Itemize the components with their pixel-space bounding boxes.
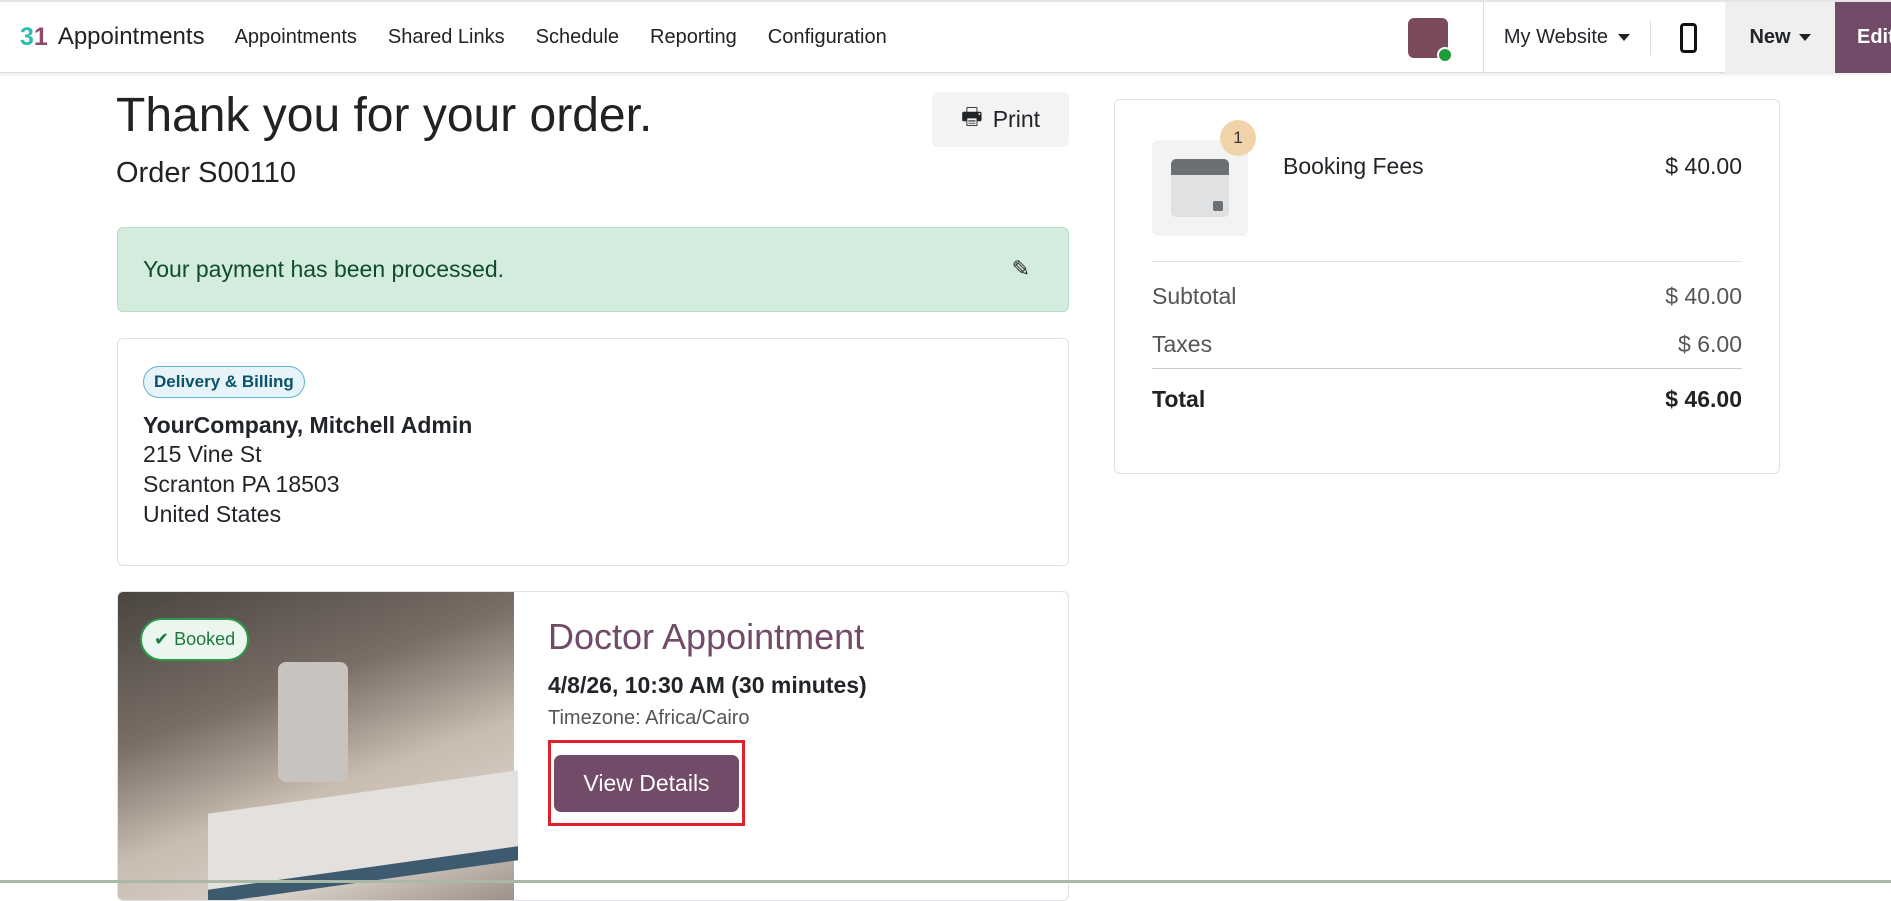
print-label: Print [992,106,1040,132]
print-button[interactable]: 🖶 Print [932,92,1069,147]
appointment-card: ✔ Booked Doctor Appointment 4/8/26, 10:3… [117,591,1069,901]
order-summary-card: 1 Booking Fees $ 40.00 Subtotal $ 40.00 T… [1114,99,1780,474]
order-number: Order S00110 [116,157,297,189]
menu-reporting[interactable]: Reporting [650,26,737,49]
address-line: Scranton PA 18503 [143,471,340,497]
check-icon: ✔ [154,629,170,649]
payment-message: Your payment has been processed. [143,256,505,282]
total-row: Total $ 46.00 [1152,368,1742,430]
appointment-image: ✔ Booked [118,592,518,900]
printer-icon: 🖶 [960,103,983,129]
pencil-icon[interactable]: ✎ [1012,256,1030,282]
online-status-icon [1436,46,1453,63]
calendar-icon [1171,159,1229,217]
page-title: Thank you for your order. [116,89,653,142]
highlight-box: View Details [548,740,745,826]
taxes-row: Taxes $ 6.00 [1152,320,1742,368]
quantity-badge: 1 [1220,120,1256,156]
total-value: $ 46.00 [1665,386,1742,412]
menu-appointments[interactable]: Appointments [235,26,357,49]
payment-alert: Your payment has been processed. ✎ [117,227,1069,312]
appointment-timezone: Timezone: Africa/Cairo [548,707,750,729]
customer-name: YourCompany, Mitchell Admin [143,412,473,438]
view-details-button[interactable]: View Details [554,755,739,812]
user-avatar[interactable] [1407,17,1453,63]
address-card: Delivery & Billing YourCompany, Mitchell… [117,338,1069,566]
new-label: New [1749,26,1791,48]
subtotal-label: Subtotal [1152,282,1237,309]
address-line: United States [143,501,282,527]
status-label: Booked [174,629,236,649]
booked-badge: ✔ Booked [140,618,250,661]
website-label: My Website [1503,26,1608,48]
product-price: $ 40.00 [1665,153,1742,179]
subtotal-row: Subtotal $ 40.00 [1152,272,1742,320]
appointments-logo-icon[interactable]: 31 [20,23,48,52]
order-line: 1 Booking Fees $ 40.00 [1152,120,1742,262]
edit-button[interactable]: Edit [1835,2,1891,73]
new-button[interactable]: New [1725,2,1835,73]
app-name[interactable]: Appointments [58,23,205,51]
top-navbar: 31 Appointments Appointments Shared Link… [0,0,1891,73]
taxes-label: Taxes [1152,330,1213,357]
total-label: Total [1152,386,1206,412]
address-line: 215 Vine St [143,441,262,467]
caret-down-icon [1798,34,1811,41]
menu-shared-links[interactable]: Shared Links [388,26,505,49]
product-name: Booking Fees [1283,153,1424,179]
appointment-datetime: 4/8/26, 10:30 AM (30 minutes) [548,672,867,698]
appointment-title: Doctor Appointment [548,616,865,657]
mobile-phone-icon [1679,22,1697,53]
taxes-value: $ 6.00 [1678,330,1742,357]
delivery-billing-badge: Delivery & Billing [143,366,305,398]
menu-configuration[interactable]: Configuration [768,26,887,49]
caret-down-icon [1618,34,1630,41]
mobile-preview-button[interactable] [1651,22,1725,53]
product-thumbnail: 1 [1152,120,1256,236]
subtotal-value: $ 40.00 [1665,282,1742,309]
menu-schedule[interactable]: Schedule [536,26,619,49]
website-selector[interactable]: My Website [1484,26,1650,49]
